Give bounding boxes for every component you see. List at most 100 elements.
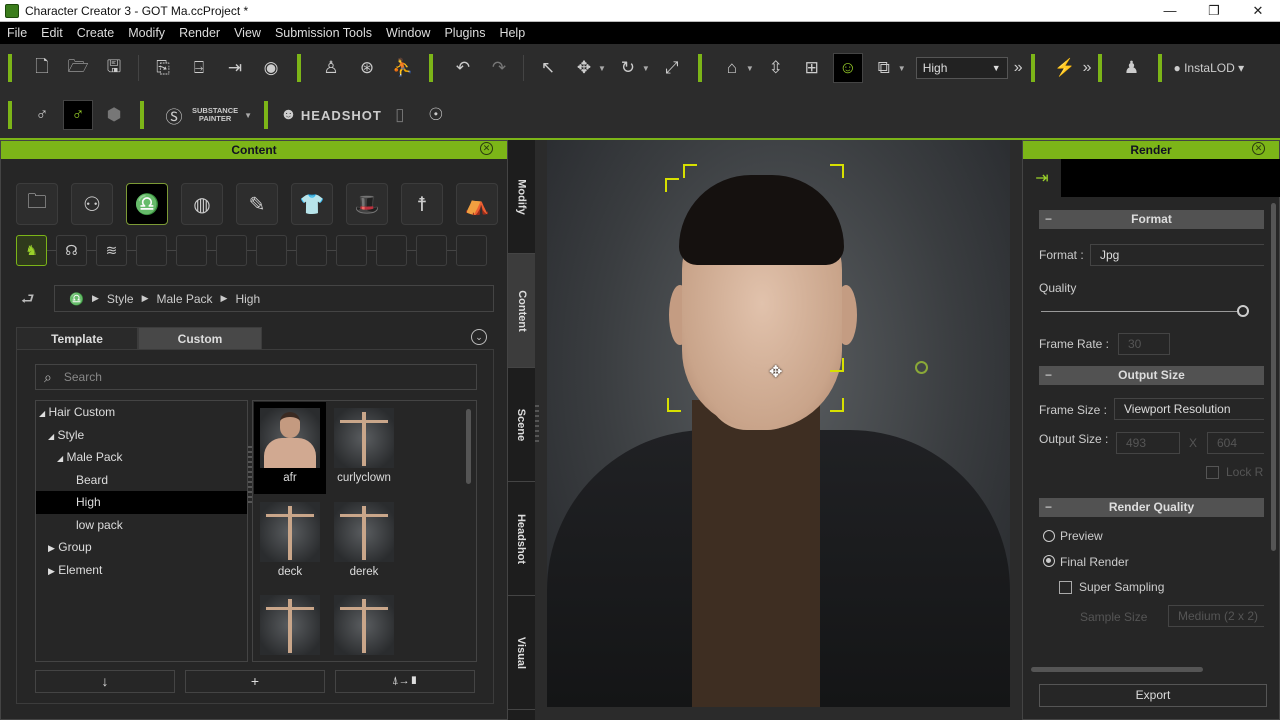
send-character-icon[interactable]: ♙ [316,53,346,83]
chevron-down-icon[interactable]: ▼ [898,64,906,73]
head-mesh-icon[interactable]: ☉ [421,100,451,130]
side-tab-content[interactable]: Content [508,254,535,368]
render-scrollbar[interactable] [1271,203,1276,551]
output-width-input[interactable]: 493 [1116,432,1180,454]
menu-modify[interactable]: Modify [121,26,172,40]
tree-node[interactable]: ◢ Style [36,424,247,447]
menu-submission-tools[interactable]: Submission Tools [268,26,379,40]
chevron-down-icon[interactable]: ▼ [244,111,252,120]
search-input[interactable]: ⌕ Search [35,364,477,390]
thumbnail-item[interactable]: curlyclown [328,402,400,494]
category-pose-icon[interactable]: ☨ [401,183,443,225]
toolbar-grip[interactable] [140,101,144,129]
redo-icon[interactable]: ↷ [484,53,514,83]
toolbar-grip[interactable] [1030,54,1035,82]
export-icon[interactable]: ⇥ [220,53,250,83]
hair-style-icon[interactable]: ♞ [16,235,47,266]
preview-radio[interactable] [1043,530,1055,542]
fit-vertical-icon[interactable]: ⇳ [761,53,791,83]
side-tab-modify[interactable]: Modify [508,140,535,254]
tree-node[interactable]: ◢ Male Pack [36,446,247,469]
category-clothes-icon[interactable]: 👕 [291,183,333,225]
thumbnail-item[interactable] [254,589,326,661]
undo-icon[interactable]: ↶ [448,53,478,83]
export-button[interactable]: Export [1039,684,1267,707]
transfer-button[interactable]: ⍋→▮ [335,670,475,693]
tree-node-selected[interactable]: High [36,491,247,514]
rotate-icon[interactable]: ↻ [613,53,643,83]
chevron-down-icon[interactable]: ▼ [642,64,650,73]
final-render-radio[interactable] [1043,555,1055,567]
tree-node[interactable]: ▶ Element [36,559,247,582]
toolbar-grip[interactable] [1097,54,1102,82]
frame-rate-input[interactable]: 30 [1118,333,1170,355]
menu-window[interactable]: Window [379,26,437,40]
thumbnail-item[interactable]: afr [254,402,326,494]
category-characters-icon[interactable]: ⚇ [71,183,113,225]
character-icon[interactable]: ♂ [27,100,57,130]
exit-render-icon[interactable]: ⇥ [1023,159,1061,197]
thumbnail-item[interactable]: deck [254,496,326,588]
tree-node[interactable]: low pack [36,514,247,537]
tree-node[interactable]: ▶ Group [36,536,247,559]
minimize-button[interactable]: — [1148,0,1192,22]
category-accessories-icon[interactable]: 🎩 [346,183,388,225]
substance-icon[interactable]: Ⓢ [159,100,189,130]
toolbar-grip[interactable] [429,54,433,82]
frame-size-select[interactable]: Viewport Resolution [1114,398,1264,420]
sample-size-select[interactable]: Medium (2 x 2) [1168,605,1264,627]
select-arrow-icon[interactable]: ↖ [533,53,563,83]
character-view-icon[interactable]: ♂ [63,100,93,130]
new-file-icon[interactable]: 🗋 [27,53,57,83]
tree-node[interactable]: ◢ Hair Custom [36,401,247,424]
category-stage-icon[interactable]: ⛺ [456,183,498,225]
splitter-handle[interactable] [535,405,539,445]
toolbar-grip[interactable] [264,101,269,129]
restore-button[interactable]: ❐ [1192,0,1236,22]
frame-selected-icon[interactable]: ⧉ [869,53,899,83]
preview-eye-icon[interactable]: ◉ [256,53,286,83]
toolbar-grip[interactable] [297,54,301,82]
render-horizontal-scrollbar[interactable] [1031,667,1203,672]
menu-render[interactable]: Render [172,26,227,40]
menu-view[interactable]: View [227,26,268,40]
photo-frame-icon[interactable]: ▯ [385,100,415,130]
format-section-header[interactable]: − Format [1039,210,1264,229]
category-hair-icon[interactable]: ♎ [126,183,168,225]
fit-all-icon[interactable]: ⊞ [797,53,827,83]
side-tab-visual[interactable]: Visual [508,596,535,710]
cubes-icon[interactable]: ⬢ [99,100,129,130]
import-ic-icon[interactable]: ⍈ [184,53,214,83]
beard-icon[interactable]: ☊ [56,235,87,266]
close-panel-icon[interactable]: ✕ [480,142,493,155]
back-icon[interactable]: ⮐ [21,289,35,314]
category-folder-icon[interactable]: 🗀 [16,183,58,225]
thumbnail-scrollbar[interactable] [466,409,471,484]
menu-edit[interactable]: Edit [34,26,70,40]
import-character-icon[interactable]: ⎘ [148,53,178,83]
motion-icon[interactable]: ⚡ [1050,53,1080,83]
tab-template[interactable]: Template [16,327,138,349]
lock-ratio-checkbox[interactable] [1206,466,1219,479]
thumbnail-item[interactable] [328,589,400,661]
toolbar-grip[interactable] [8,54,12,82]
substance-painter-button[interactable]: SUBSTANCE PAINTER [192,107,238,123]
menu-plugins[interactable]: Plugins [437,26,492,40]
breadcrumb-style[interactable]: Style [107,292,134,306]
tab-custom[interactable]: Custom [138,327,262,349]
send-motion-icon[interactable]: ⛹ [388,53,418,83]
home-icon[interactable]: ⌂ [717,53,747,83]
display-quality-select[interactable]: High ▼ [915,57,1008,79]
format-select[interactable]: Jpg [1090,244,1264,266]
menu-help[interactable]: Help [492,26,532,40]
apply-down-button[interactable]: ↓ [35,670,175,693]
menu-create[interactable]: Create [70,26,122,40]
instalod-button[interactable]: ● InstaLOD ▾ [1174,61,1245,75]
quality-slider-knob[interactable] [1237,305,1249,317]
add-button[interactable]: + [185,670,325,693]
breadcrumb-male-pack[interactable]: Male Pack [156,292,212,306]
head-view-icon[interactable]: ☺ [832,53,863,83]
more-chevron-icon[interactable]: » [1014,59,1023,77]
menu-file[interactable]: File [0,26,34,40]
collapse-icon[interactable]: ⌄ [471,329,487,345]
